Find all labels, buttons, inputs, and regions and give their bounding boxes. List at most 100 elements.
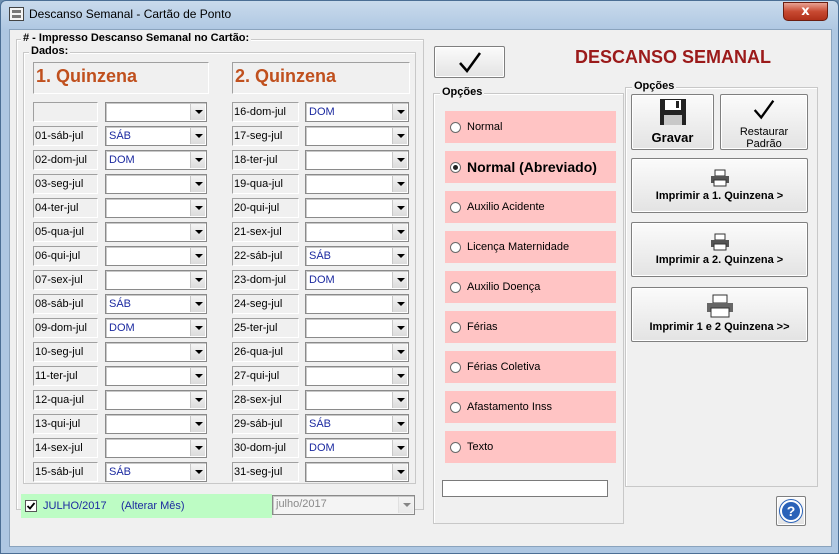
day-type-select[interactable] xyxy=(105,390,207,410)
day-type-select[interactable] xyxy=(105,342,207,362)
window: Descanso Semanal - Cartão de Ponto x # -… xyxy=(0,0,839,554)
day-type-select[interactable] xyxy=(305,198,409,218)
text-input[interactable] xyxy=(442,480,608,497)
option-row[interactable]: Normal (Abreviado) xyxy=(445,151,616,183)
printer-icon xyxy=(710,169,729,187)
help-button[interactable]: ? xyxy=(776,496,806,526)
chevron-down-icon xyxy=(392,200,407,216)
day-type-select[interactable]: DOM xyxy=(105,318,207,338)
option-row[interactable]: Férias xyxy=(445,311,616,343)
chevron-down-icon xyxy=(392,344,407,360)
day-type-select[interactable] xyxy=(105,102,207,122)
day-label: 02-dom-jul xyxy=(33,150,98,170)
day-label: 20-qui-jul xyxy=(232,198,299,218)
radio-button[interactable] xyxy=(450,282,461,293)
print-q1-label: Imprimir a 1. Quinzena > xyxy=(655,190,784,202)
option-label: Férias Coletiva xyxy=(467,361,541,373)
month-checkbox[interactable] xyxy=(25,500,37,512)
confirm-button[interactable] xyxy=(434,46,505,78)
radio-button[interactable] xyxy=(450,202,461,213)
day-type-value: DOM xyxy=(309,106,335,118)
day-type-select[interactable]: SÁB xyxy=(105,126,207,146)
chevron-down-icon xyxy=(392,464,407,480)
day-type-select[interactable] xyxy=(105,222,207,242)
chevron-down-icon xyxy=(392,320,407,336)
day-type-select[interactable]: SÁB xyxy=(305,414,409,434)
print-both-button[interactable]: Imprimir 1 e 2 Quinzena >> xyxy=(631,287,808,342)
day-type-select[interactable] xyxy=(305,366,409,386)
day-type-select[interactable] xyxy=(305,174,409,194)
chevron-down-icon xyxy=(392,416,407,432)
radio-button[interactable] xyxy=(450,162,461,173)
day-label: 01-sáb-jul xyxy=(33,126,98,146)
day-type-select[interactable] xyxy=(305,222,409,242)
chevron-down-icon xyxy=(190,416,205,432)
client-area: # - Impresso Descanso Semanal no Cartão:… xyxy=(9,29,832,547)
day-label: 18-ter-jul xyxy=(232,150,299,170)
main-group-label: # - Impresso Descanso Semanal no Cartão: xyxy=(21,32,252,44)
day-type-select[interactable] xyxy=(105,270,207,290)
day-type-select[interactable] xyxy=(305,294,409,314)
day-label: 28-sex-jul xyxy=(232,390,299,410)
option-row[interactable]: Licença Maternidade xyxy=(445,231,616,263)
day-label: 04-ter-jul xyxy=(33,198,98,218)
option-row[interactable]: Texto xyxy=(445,431,616,463)
day-type-select[interactable] xyxy=(105,414,207,434)
day-label: 26-qua-jul xyxy=(232,342,299,362)
day-type-value: SÁB xyxy=(109,466,132,478)
option-row[interactable]: Afastamento Inss xyxy=(445,391,616,423)
radio-button[interactable] xyxy=(450,122,461,133)
day-label: 23-dom-jul xyxy=(232,270,299,290)
close-button[interactable]: x xyxy=(783,2,828,21)
day-type-select[interactable]: SÁB xyxy=(105,462,207,482)
day-type-select[interactable]: DOM xyxy=(305,270,409,290)
print-q1-button[interactable]: Imprimir a 1. Quinzena > xyxy=(631,158,808,213)
printer-icon xyxy=(706,294,733,318)
day-type-select[interactable]: DOM xyxy=(105,150,207,170)
chevron-down-icon xyxy=(392,104,407,120)
save-button[interactable]: Gravar xyxy=(631,94,714,150)
day-type-select[interactable]: SÁB xyxy=(105,294,207,314)
day-type-select[interactable] xyxy=(105,174,207,194)
print-q2-label: Imprimir a 2. Quinzena > xyxy=(655,254,784,266)
radio-button[interactable] xyxy=(450,322,461,333)
day-type-select[interactable]: DOM xyxy=(305,102,409,122)
alter-month-link[interactable]: (Alterar Mês) xyxy=(121,500,185,512)
day-type-select[interactable] xyxy=(305,462,409,482)
day-label: 30-dom-jul xyxy=(232,438,299,458)
day-type-select[interactable] xyxy=(105,438,207,458)
option-row[interactable]: Auxilio Doença xyxy=(445,271,616,303)
day-type-select[interactable] xyxy=(305,390,409,410)
print-both-label: Imprimir 1 e 2 Quinzena >> xyxy=(649,321,790,333)
radio-button[interactable] xyxy=(450,242,461,253)
radio-button[interactable] xyxy=(450,362,461,373)
day-type-select[interactable] xyxy=(105,198,207,218)
day-type-select[interactable]: DOM xyxy=(305,438,409,458)
option-row[interactable]: Férias Coletiva xyxy=(445,351,616,383)
restore-default-button[interactable]: Restaurar Padrão xyxy=(720,94,808,150)
option-row[interactable]: Auxilio Acidente xyxy=(445,191,616,223)
day-type-select[interactable] xyxy=(105,366,207,386)
day-type-select[interactable] xyxy=(105,246,207,266)
option-row[interactable]: Normal xyxy=(445,111,616,143)
radio-button[interactable] xyxy=(450,402,461,413)
day-type-select[interactable]: SÁB xyxy=(305,246,409,266)
day-type-select[interactable] xyxy=(305,342,409,362)
restore-label: Restaurar Padrão xyxy=(721,126,807,150)
month-label: JULHO/2017 xyxy=(43,500,107,512)
chevron-down-icon xyxy=(392,272,407,288)
day-label: 25-ter-jul xyxy=(232,318,299,338)
checkmark-icon xyxy=(753,99,775,120)
day-type-select[interactable] xyxy=(305,126,409,146)
page-heading: DESCANSO SEMANAL xyxy=(575,47,772,67)
day-label: 29-sáb-jul xyxy=(232,414,299,434)
day-type-select[interactable] xyxy=(305,150,409,170)
print-q2-button[interactable]: Imprimir a 2. Quinzena > xyxy=(631,222,808,277)
day-type-select[interactable] xyxy=(305,318,409,338)
chevron-down-icon xyxy=(190,344,205,360)
chevron-down-icon xyxy=(190,224,205,240)
month-select[interactable]: julho/2017 xyxy=(272,495,415,515)
radio-button[interactable] xyxy=(450,442,461,453)
chevron-down-icon xyxy=(190,368,205,384)
month-select-value: julho/2017 xyxy=(276,498,327,510)
